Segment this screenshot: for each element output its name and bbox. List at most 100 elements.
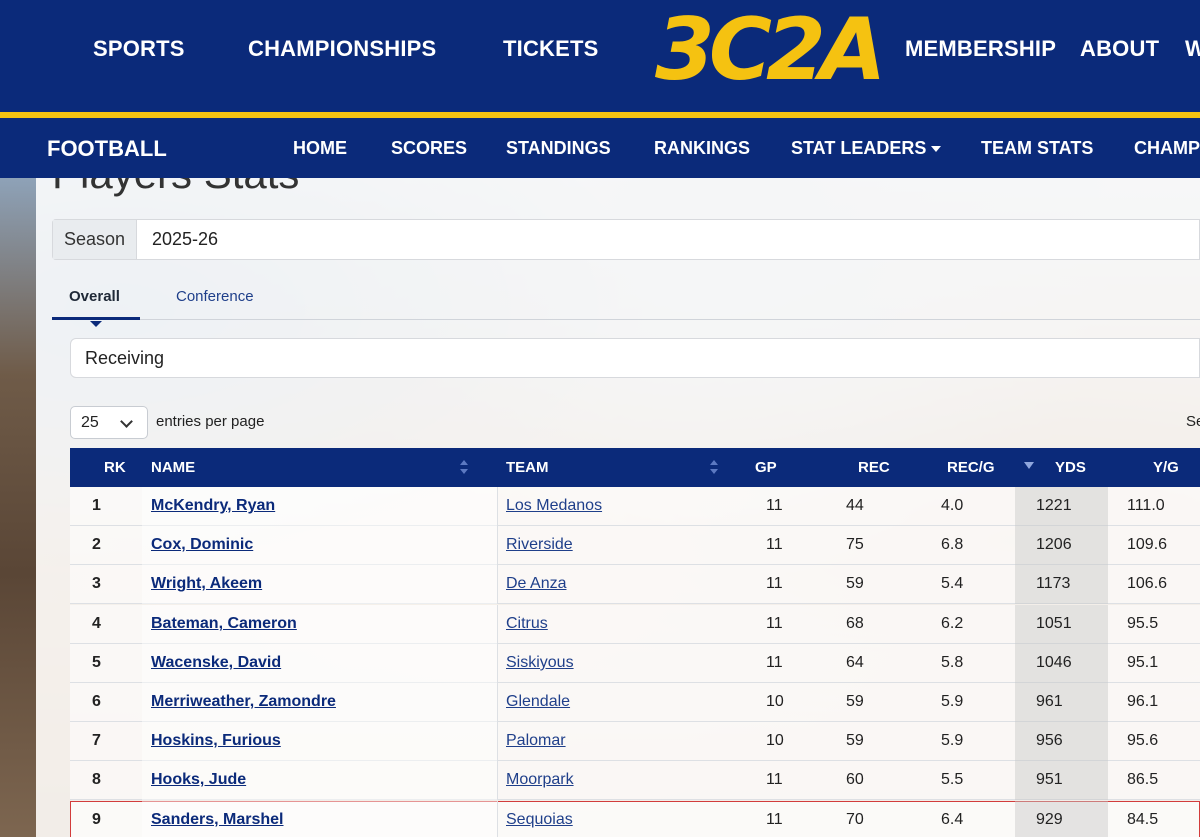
nav-more-truncated[interactable]: W xyxy=(1185,36,1200,62)
player-name-link[interactable]: Hoskins, Furious xyxy=(151,732,281,750)
player-name-link[interactable]: Hooks, Jude xyxy=(151,771,246,789)
subnav-standings[interactable]: STANDINGS xyxy=(506,138,611,159)
team-link[interactable]: Los Medanos xyxy=(506,497,602,515)
subnav-team-stats[interactable]: TEAM STATS xyxy=(981,138,1093,159)
cell-receptions: 75 xyxy=(846,536,864,553)
sort-icon[interactable] xyxy=(710,460,718,474)
stats-tabs: Overall Conference xyxy=(52,280,1200,327)
team-link[interactable]: Sequoias xyxy=(506,811,573,829)
season-selector[interactable]: Season 2025-26 xyxy=(52,219,1200,260)
sport-subnav: FOOTBALL HOME SCORES STANDINGS RANKINGS … xyxy=(0,118,1200,178)
cell-yards-per-game: 111.0 xyxy=(1127,497,1165,514)
entries-per-page-select[interactable]: 25 xyxy=(70,406,148,439)
entries-per-page-value: 25 xyxy=(81,413,99,431)
nav-tickets[interactable]: TICKETS xyxy=(503,36,599,62)
player-name-link[interactable]: Wacenske, David xyxy=(151,654,281,672)
subnav-home[interactable]: HOME xyxy=(293,138,347,159)
cell-yards-per-game: 95.5 xyxy=(1127,615,1159,632)
table-row: 2 Cox, Dominic Riverside 11 75 6.8 1206 109.6 xyxy=(70,526,1200,565)
header-rec-per-game[interactable]: REC/G xyxy=(947,459,995,476)
stat-category-select[interactable]: Receiving xyxy=(70,338,1200,378)
cell-rec-per-game: 5.8 xyxy=(941,654,964,671)
header-team[interactable]: TEAM xyxy=(506,459,549,476)
cell-yards-per-game: 106.6 xyxy=(1127,575,1168,592)
player-name-link[interactable]: Bateman, Cameron xyxy=(151,615,297,633)
cell-rec-per-game: 5.9 xyxy=(941,732,964,749)
player-name-link[interactable]: Wright, Akeem xyxy=(151,575,262,593)
nav-championships[interactable]: CHAMPIONSHIPS xyxy=(248,36,436,62)
subnav-stat-leaders-label: STAT LEADERS xyxy=(791,138,927,158)
header-name[interactable]: NAME xyxy=(151,459,195,476)
table-row: 5 Wacenske, David Siskiyous 11 64 5.8 1046 95.1 xyxy=(70,644,1200,683)
cell-rec-per-game: 5.4 xyxy=(941,575,964,592)
subnav-scores[interactable]: SCORES xyxy=(391,138,467,159)
tab-overall[interactable]: Overall xyxy=(69,288,120,305)
search-label-truncated: Se xyxy=(1186,413,1200,430)
sort-icon[interactable] xyxy=(460,460,468,474)
team-link[interactable]: De Anza xyxy=(506,575,566,593)
cell-rank: 1 xyxy=(92,497,101,514)
cell-rec-per-game: 6.8 xyxy=(941,536,964,553)
team-link[interactable]: Citrus xyxy=(506,615,548,633)
cell-yards: 1206 xyxy=(1036,536,1072,553)
cell-yards-per-game: 109.6 xyxy=(1127,536,1168,553)
season-value[interactable]: 2025-26 xyxy=(137,220,1199,259)
cell-receptions: 44 xyxy=(846,497,864,514)
cell-games-played: 10 xyxy=(766,693,784,710)
cell-rec-per-game: 6.4 xyxy=(941,811,964,828)
cell-receptions: 64 xyxy=(846,654,864,671)
subnav-rankings[interactable]: RANKINGS xyxy=(654,138,750,159)
subnav-championships-truncated[interactable]: CHAMP xyxy=(1134,138,1200,159)
team-link[interactable]: Glendale xyxy=(506,693,570,711)
team-link[interactable]: Siskiyous xyxy=(506,654,574,672)
active-tab-underline xyxy=(52,317,140,320)
cell-yards: 1173 xyxy=(1036,575,1071,592)
header-rk[interactable]: RK xyxy=(104,459,126,476)
cell-yards: 929 xyxy=(1036,811,1063,828)
cell-yards: 961 xyxy=(1036,693,1063,710)
team-link[interactable]: Riverside xyxy=(506,536,573,554)
header-yds[interactable]: YDS xyxy=(1055,459,1086,476)
header-gp[interactable]: GP xyxy=(755,459,777,476)
player-name-link[interactable]: Cox, Dominic xyxy=(151,536,253,554)
team-link[interactable]: Moorpark xyxy=(506,771,574,789)
site-logo[interactable]: 3C2A xyxy=(655,7,886,93)
cell-rank: 3 xyxy=(92,575,101,592)
cell-games-played: 11 xyxy=(766,536,783,553)
table-row: 8 Hooks, Jude Moorpark 11 60 5.5 951 86.5 xyxy=(70,761,1200,800)
cell-rank: 9 xyxy=(92,811,101,828)
cell-receptions: 60 xyxy=(846,771,864,788)
player-name-link[interactable]: McKendry, Ryan xyxy=(151,497,275,515)
cell-receptions: 70 xyxy=(846,811,864,828)
cell-yards: 1051 xyxy=(1036,615,1072,632)
team-column-divider xyxy=(497,605,498,644)
cell-receptions: 59 xyxy=(846,732,864,749)
table-row: 4 Bateman, Cameron Citrus 11 68 6.2 1051 95.5 xyxy=(70,605,1200,644)
cell-receptions: 68 xyxy=(846,615,864,632)
player-name-link[interactable]: Merriweather, Zamondre xyxy=(151,693,336,711)
sort-descending-icon[interactable] xyxy=(1024,462,1034,469)
nav-membership[interactable]: MEMBERSHIP xyxy=(905,36,1056,62)
subnav-stat-leaders[interactable]: STAT LEADERS xyxy=(791,138,942,159)
sport-title[interactable]: FOOTBALL xyxy=(47,136,167,162)
nav-about[interactable]: ABOUT xyxy=(1080,36,1159,62)
player-name-link[interactable]: Sanders, Marshel xyxy=(151,811,284,829)
cell-games-played: 11 xyxy=(766,654,783,671)
cell-receptions: 59 xyxy=(846,693,864,710)
cell-rec-per-game: 4.0 xyxy=(941,497,964,514)
header-rec[interactable]: REC xyxy=(858,459,890,476)
cell-yards-per-game: 95.6 xyxy=(1127,732,1159,749)
table-row: 3 Wright, Akeem De Anza 11 59 5.4 1173 106.6 xyxy=(70,565,1200,604)
header-yards-per-game[interactable]: Y/G xyxy=(1153,459,1179,476)
cell-rank: 4 xyxy=(92,615,101,632)
team-column-divider xyxy=(497,644,498,683)
team-column-divider xyxy=(497,801,498,837)
team-column-divider xyxy=(497,526,498,565)
table-row: 9 Sanders, Marshel Sequoias 11 70 6.4 929 84.5 xyxy=(70,801,1200,837)
team-link[interactable]: Palomar xyxy=(506,732,566,750)
team-column-divider xyxy=(497,565,498,604)
nav-sports[interactable]: SPORTS xyxy=(93,36,185,62)
tab-conference[interactable]: Conference xyxy=(176,288,254,305)
background-left-strip xyxy=(0,178,36,837)
season-label: Season xyxy=(53,220,137,259)
